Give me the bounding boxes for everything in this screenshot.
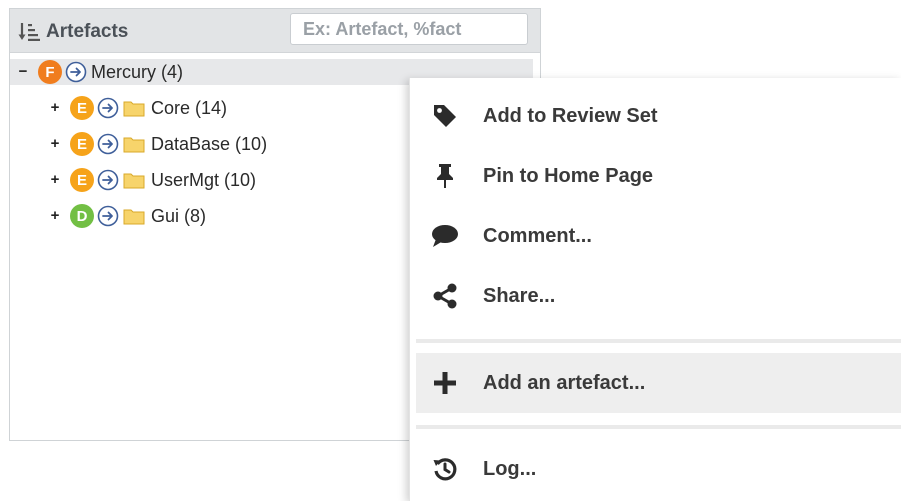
tree-node-core[interactable]: + E Core (14) [48,95,227,121]
menu-separator [416,425,901,429]
status-badge: E [70,132,94,156]
menu-item-share[interactable]: Share... [416,266,901,326]
menu-item-comment[interactable]: Comment... [416,206,901,266]
history-icon [430,454,460,484]
expand-toggle[interactable]: + [48,208,62,223]
panel-header: Artefacts [10,9,540,53]
folder-icon [123,209,145,225]
panel-title: Artefacts [46,21,129,42]
menu-item-add-to-review-set[interactable]: Add to Review Set [416,86,901,146]
menu-item-pin-to-home-page[interactable]: Pin to Home Page [416,146,901,206]
goto-arrow-icon[interactable] [97,133,119,155]
status-badge: E [70,168,94,192]
tree-node-database[interactable]: + E DataBase (10) [48,131,267,157]
tag-icon [430,101,460,131]
goto-arrow-icon[interactable] [97,205,119,227]
comment-icon [430,221,460,251]
menu-item-label: Share... [483,284,556,307]
pin-icon [430,161,460,191]
folder-icon [123,173,145,189]
expand-toggle[interactable]: + [48,172,62,187]
node-label: Gui (8) [151,205,207,226]
search-input[interactable] [290,13,528,45]
folder-icon [123,137,145,153]
menu-item-log[interactable]: Log... [416,439,901,499]
menu-item-label: Add an artefact... [483,371,646,394]
goto-arrow-icon[interactable] [97,169,119,191]
menu-item-label: Pin to Home Page [483,164,654,187]
plus-icon [430,368,460,398]
tree-node-gui[interactable]: + D Gui (8) [48,203,206,229]
folder-icon [123,101,145,117]
share-icon [430,281,460,311]
node-label: DataBase (10) [151,133,268,154]
expand-toggle[interactable]: + [48,136,62,151]
node-label: UserMgt (10) [151,169,257,190]
status-badge: F [38,60,62,84]
menu-item-label: Add to Review Set [483,104,658,127]
goto-arrow-icon[interactable] [65,61,87,83]
menu-separator [416,339,901,343]
menu-item-label: Log... [483,457,537,480]
node-label: Mercury (4) [91,61,184,82]
tree-node-usermgt[interactable]: + E UserMgt (10) [48,167,256,193]
menu-item-label: Comment... [483,224,592,247]
collapse-toggle[interactable]: − [16,64,30,79]
node-label: Core (14) [151,97,228,118]
expand-toggle[interactable]: + [48,100,62,115]
status-badge: D [70,204,94,228]
context-menu: Add to Review Set Pin to Home Page Comme… [409,78,901,501]
goto-arrow-icon[interactable] [97,97,119,119]
sort-icon[interactable] [18,22,40,42]
menu-item-add-an-artefact[interactable]: Add an artefact... [416,353,901,413]
status-badge: E [70,96,94,120]
